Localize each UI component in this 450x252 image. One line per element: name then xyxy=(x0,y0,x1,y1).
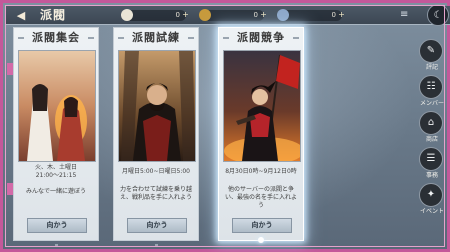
side-label: 評記 xyxy=(425,64,438,71)
currency-value: 0 xyxy=(253,11,258,19)
card-faction-gathering[interactable]: 派閥集会 火、木、土曜日 21:00～21:15 みんなで一緒に遊ぼう 向かう xyxy=(13,27,99,247)
side-label: イベント xyxy=(419,208,444,215)
card-description: 力を合わせて試練を乗り越え、戦利品を手に入れよう xyxy=(119,186,192,201)
more-menu-icon[interactable]: ≡ xyxy=(400,10,420,20)
tasks-icon[interactable]: ☰ xyxy=(419,147,443,171)
card-title: 派閥競争 xyxy=(219,31,303,45)
plus-icon[interactable]: + xyxy=(259,10,268,19)
go-button[interactable]: 向かう xyxy=(127,218,187,233)
card-illustration xyxy=(18,50,96,162)
currency-value: 0 xyxy=(331,11,336,19)
side-label: メンバー xyxy=(419,100,444,107)
card-illustration xyxy=(118,50,196,162)
card-description: みんなで一緒に遊ぼう xyxy=(25,188,86,195)
card-title: 派閥集会 xyxy=(14,31,98,45)
moon-icon[interactable]: ☾ xyxy=(427,4,449,26)
members-icon[interactable]: ☷ xyxy=(419,75,443,99)
currency-gold: 0 + xyxy=(199,9,267,21)
card-schedule: 火、木、土曜日 21:00～21:15 xyxy=(34,164,77,179)
card-illustration xyxy=(223,50,301,162)
currency-silver: 0 + xyxy=(121,9,189,21)
selection-indicator xyxy=(258,237,264,243)
side-label: 事務 xyxy=(425,172,438,179)
card-faction-competition[interactable]: 派閥競争 8月30日0時~9月12日0時 他のサーバーの派閥と争い、最強の名を手… xyxy=(218,27,304,243)
page-title: 派閥 xyxy=(40,8,67,22)
go-button[interactable]: 向かう xyxy=(27,218,87,233)
plus-icon[interactable]: + xyxy=(337,10,346,19)
go-button[interactable]: 向かう xyxy=(232,218,292,233)
card-pin xyxy=(155,244,158,247)
event-icon[interactable]: ✦ xyxy=(419,183,443,207)
card-schedule: 8月30日0時~9月12日0時 xyxy=(225,168,297,175)
card-faction-trial[interactable]: 派閥試練 月曜日5:00~日曜日5:00 力を合わせて試練を乗り越え、戦利品を手… xyxy=(113,27,199,247)
shop-icon[interactable]: ⌂ xyxy=(419,111,443,135)
game-window: ◀ 派閥 0 + 0 + 0 + ≡ ☾ 派閥集会 火、木、土曜日 21:00～… xyxy=(0,0,450,252)
card-schedule: 月曜日5:00~日曜日5:00 xyxy=(122,168,190,175)
currency-value: 0 xyxy=(175,11,180,19)
gold-ingot-icon xyxy=(199,9,211,21)
plus-icon[interactable]: + xyxy=(181,10,190,19)
card-title: 派閥試練 xyxy=(114,31,198,45)
back-arrow-icon[interactable]: ◀ xyxy=(12,9,30,22)
card-description: 他のサーバーの派閥と争い、最強の名を手に入れよう xyxy=(224,186,297,209)
silver-coin-icon xyxy=(121,9,133,21)
jade-icon xyxy=(277,9,289,21)
top-bar: ◀ 派閥 0 + 0 + 0 + ≡ xyxy=(6,6,450,25)
card-pin xyxy=(55,244,58,247)
quill-icon[interactable]: ✎ xyxy=(419,39,443,63)
currency-jade: 0 + xyxy=(277,9,345,21)
side-label: 商店 xyxy=(425,136,438,143)
